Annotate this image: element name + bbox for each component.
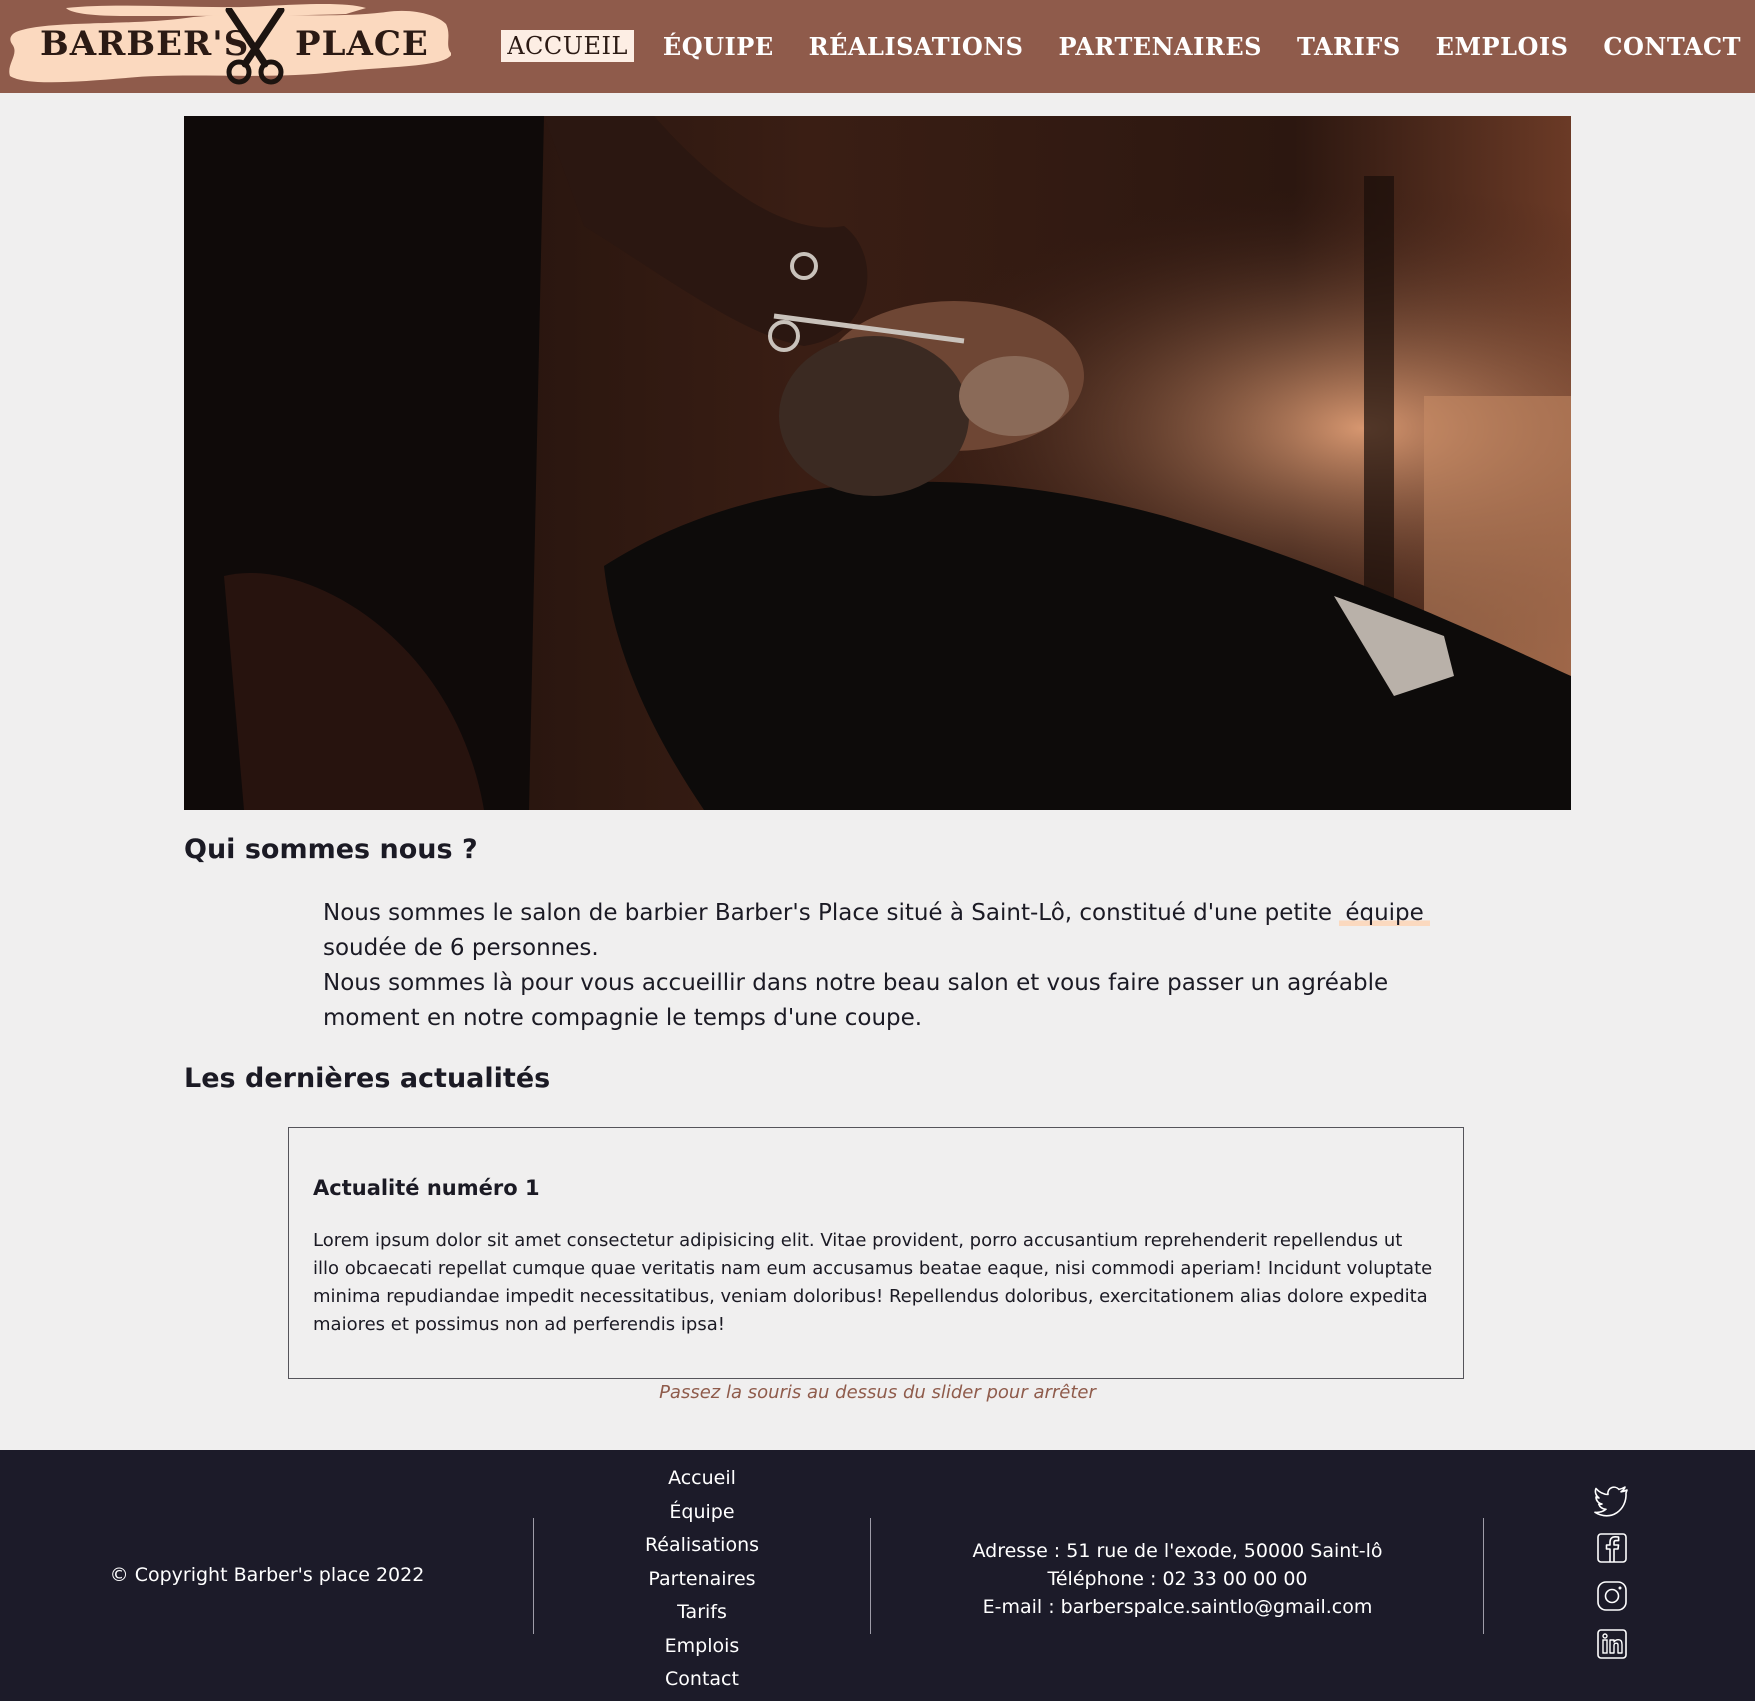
about-line1-end: soudée de 6 personnes. xyxy=(323,935,599,961)
footer-link-partenaires[interactable]: Partenaires xyxy=(534,1563,870,1597)
nav-emplois[interactable]: EMPLOIS xyxy=(1430,30,1575,63)
nav-contact[interactable]: CONTACT xyxy=(1597,30,1747,63)
footer-contact: Adresse : 51 rue de l'exode, 50000 Saint… xyxy=(871,1537,1484,1621)
logo-text-left: BARBER'S xyxy=(40,24,250,64)
site-header: BARBER'S PLACE ACCUEIL ÉQUIPE RÉALISATIO… xyxy=(0,0,1755,93)
footer-email[interactable]: E-mail : barberspalce.saintlo@gmail.com xyxy=(871,1593,1484,1621)
nav-accueil[interactable]: ACCUEIL xyxy=(501,30,634,62)
about-paragraph-1: Nous sommes le salon de barbier Barber's… xyxy=(323,896,1453,966)
about-line1-text: Nous sommes le salon de barbier Barber's… xyxy=(323,900,1332,926)
nav-partenaires[interactable]: PARTENAIRES xyxy=(1053,30,1268,63)
facebook-icon[interactable] xyxy=(1594,1530,1630,1566)
linkedin-icon[interactable] xyxy=(1594,1626,1630,1662)
slider-hint: Passez la souris au dessus du slider pou… xyxy=(659,1382,1096,1403)
hero-image xyxy=(184,116,1571,810)
news-item-text: Lorem ipsum dolor sit amet consectetur a… xyxy=(313,1230,1433,1335)
nav-tarifs[interactable]: TARIFS xyxy=(1291,30,1407,63)
footer-phone: Téléphone : 02 33 00 00 00 xyxy=(1047,1568,1308,1590)
about-text: Nous sommes le salon de barbier Barber's… xyxy=(323,896,1453,1036)
copyright-text: © Copyright Barber's place 2022 xyxy=(109,1564,425,1586)
news-item-title: Actualité numéro 1 xyxy=(313,1176,540,1200)
site-logo[interactable]: BARBER'S PLACE xyxy=(6,2,451,88)
barber-photo xyxy=(184,116,1571,810)
instagram-icon[interactable] xyxy=(1594,1578,1630,1614)
footer-link-accueil[interactable]: Accueil xyxy=(534,1462,870,1496)
footer-address: Adresse : 51 rue de l'exode, 50000 Saint… xyxy=(972,1540,1383,1562)
about-paragraph-2: Nous sommes là pour vous accueillir dans… xyxy=(323,970,1389,1031)
news-heading: Les dernières actualités xyxy=(184,1063,551,1094)
team-link[interactable]: équipe xyxy=(1339,900,1430,926)
footer-link-emplois[interactable]: Emplois xyxy=(534,1630,870,1664)
footer-link-equipe[interactable]: Équipe xyxy=(534,1496,870,1530)
social-links xyxy=(1594,1482,1634,1674)
logo-text-right: PLACE xyxy=(295,24,429,64)
news-slider[interactable]: Actualité numéro 1 Lorem ipsum dolor sit… xyxy=(288,1127,1464,1379)
site-footer: © Copyright Barber's place 2022 Accueil … xyxy=(0,1450,1755,1701)
footer-link-tarifs[interactable]: Tarifs xyxy=(534,1596,870,1630)
footer-divider xyxy=(1483,1518,1484,1634)
main-nav: ACCUEIL ÉQUIPE RÉALISATIONS PARTENAIRES … xyxy=(501,28,1755,64)
footer-link-contact[interactable]: Contact xyxy=(534,1663,870,1697)
nav-realisations[interactable]: RÉALISATIONS xyxy=(803,30,1030,63)
footer-link-realisations[interactable]: Réalisations xyxy=(534,1529,870,1563)
twitter-icon[interactable] xyxy=(1594,1482,1630,1518)
scissors-icon xyxy=(225,8,285,85)
about-heading: Qui sommes nous ? xyxy=(184,834,478,865)
nav-equipe[interactable]: ÉQUIPE xyxy=(657,30,780,63)
footer-nav: Accueil Équipe Réalisations Partenaires … xyxy=(534,1462,870,1697)
